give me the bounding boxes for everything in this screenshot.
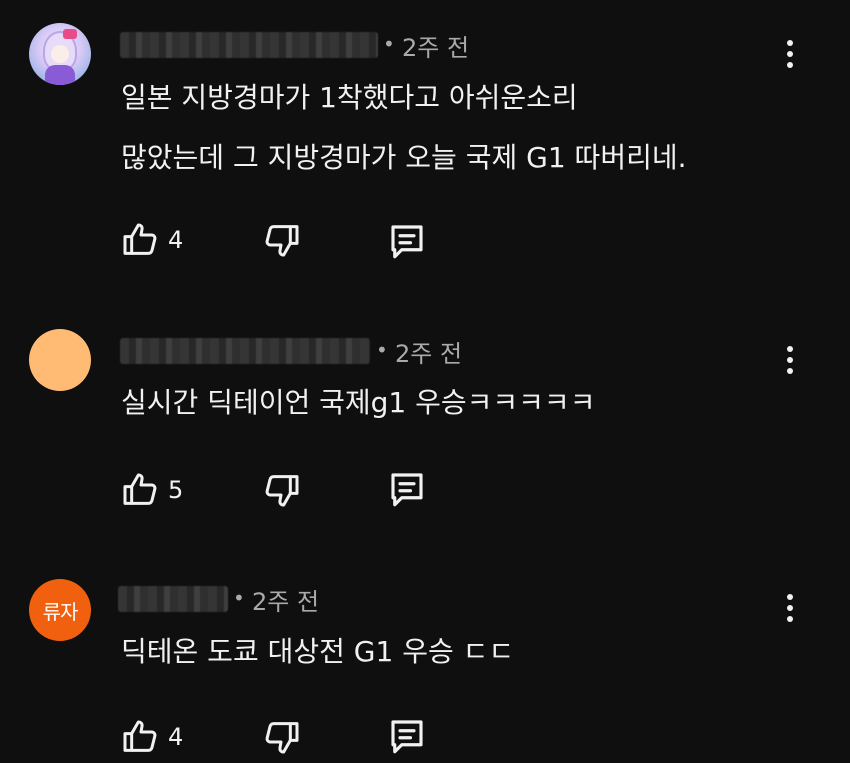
comment-text-line: 실시간 딕테이언 국제g1 우승ㅋㅋㅋㅋㅋ <box>121 386 596 419</box>
more-vert-icon <box>787 594 793 600</box>
like-count: 4 <box>168 723 184 751</box>
more-vert-icon <box>787 346 793 352</box>
dislike-button[interactable] <box>262 220 302 260</box>
dislike-button[interactable] <box>262 717 302 757</box>
comment-1: • 2주 전 일본 지방경마가 1착했다고 아쉬운소리 많았는데 그 지방경마가… <box>0 0 850 300</box>
more-vert-icon <box>787 40 793 46</box>
comment-text-line: 딕테온 도쿄 대상전 G1 우승 ㄷㄷ <box>121 635 515 668</box>
avatar[interactable] <box>29 23 91 85</box>
reply-icon <box>391 473 423 507</box>
thumbs-down-icon <box>265 722 299 754</box>
comment-timestamp: 2주 전 <box>402 34 470 62</box>
comment-2: • 2주 전 실시간 딕테이언 국제g1 우승ㅋㅋㅋㅋㅋ 5 <box>0 300 850 550</box>
reply-icon <box>391 225 423 259</box>
thumbs-up-icon <box>123 473 157 505</box>
thumbs-down-icon <box>265 225 299 257</box>
reply-button[interactable] <box>385 715 429 757</box>
more-options-button[interactable] <box>780 342 800 378</box>
separator-dot: • <box>376 338 388 362</box>
reply-button[interactable] <box>385 468 429 510</box>
separator-dot: • <box>383 32 395 56</box>
comment-3: 류자 • 2주 전 딕테온 도쿄 대상전 G1 우승 ㄷㄷ 4 <box>0 550 850 763</box>
avatar[interactable]: 류자 <box>29 579 91 641</box>
like-button[interactable]: 5 <box>120 470 183 510</box>
comment-text-line: 일본 지방경마가 1착했다고 아쉬운소리 <box>121 81 578 114</box>
comment-timestamp: 2주 전 <box>252 588 320 616</box>
more-options-button[interactable] <box>780 590 800 626</box>
reply-button[interactable] <box>385 220 429 262</box>
username-redacted[interactable] <box>120 338 370 364</box>
thumbs-up-icon <box>123 223 157 255</box>
reply-icon <box>391 720 423 754</box>
like-button[interactable]: 4 <box>120 717 183 757</box>
like-count: 5 <box>168 476 184 504</box>
thumbs-up-icon <box>123 720 157 752</box>
comment-text-line: 많았는데 그 지방경마가 오늘 국제 G1 따버리네. <box>121 141 687 174</box>
comment-timestamp: 2주 전 <box>395 340 463 368</box>
username-redacted[interactable] <box>118 586 228 612</box>
username-redacted[interactable] <box>120 32 378 58</box>
separator-dot: • <box>233 586 245 610</box>
like-count: 4 <box>168 226 184 254</box>
dislike-button[interactable] <box>262 470 302 510</box>
avatar-initials: 류자 <box>42 599 79 624</box>
like-button[interactable]: 4 <box>120 220 183 260</box>
more-options-button[interactable] <box>780 36 800 72</box>
avatar[interactable] <box>29 329 91 391</box>
thumbs-down-icon <box>265 475 299 507</box>
